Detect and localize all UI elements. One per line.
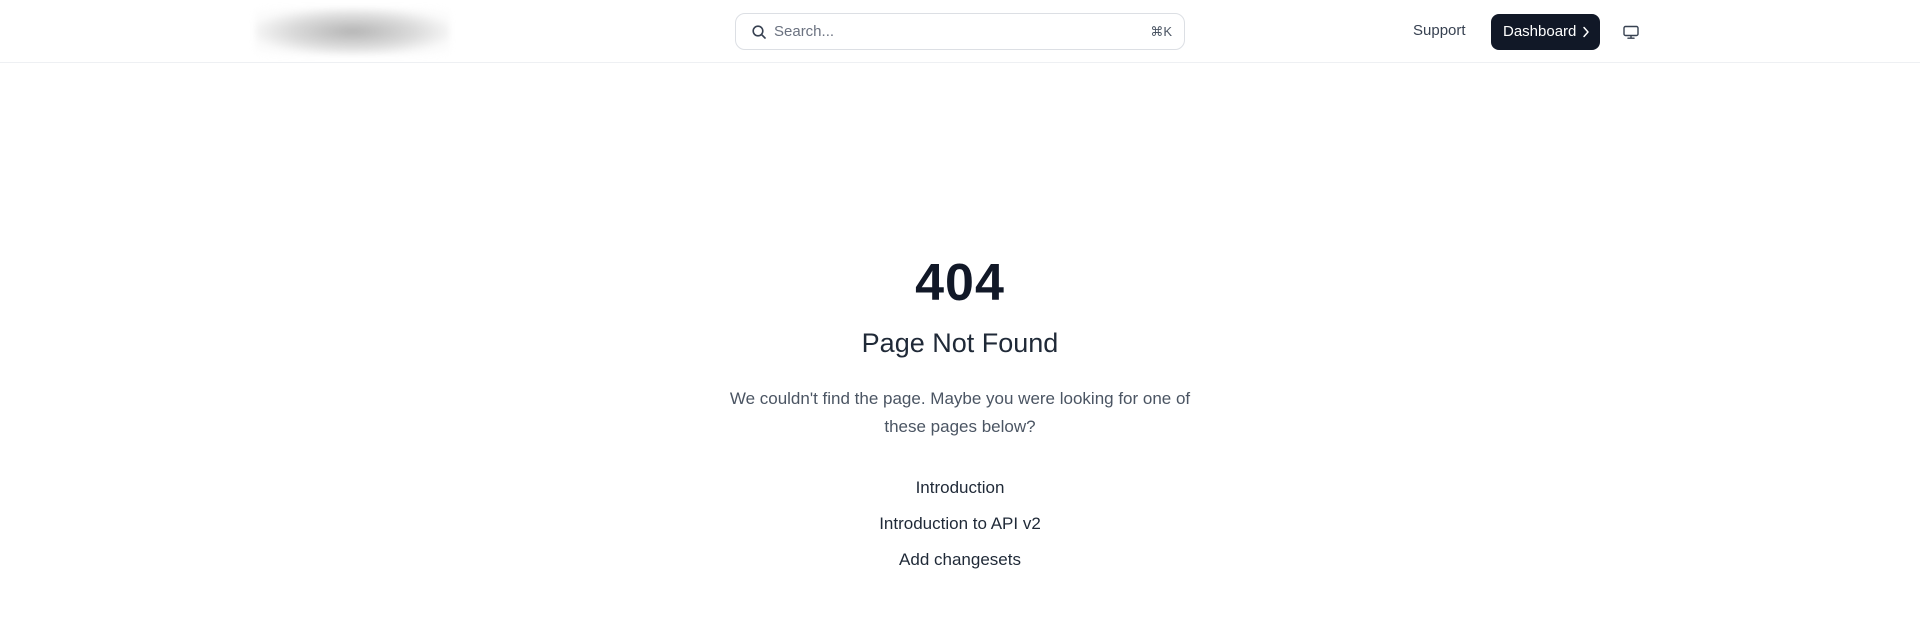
search-icon [752,25,766,39]
search-placeholder: Search... [774,23,835,40]
monitor-icon[interactable] [1622,23,1640,41]
dashboard-button-label: Dashboard [1503,23,1577,40]
support-link[interactable]: Support [1413,22,1466,39]
chevron-right-icon [1583,26,1589,38]
page-title: Page Not Found [861,328,1059,358]
logo[interactable] [255,8,450,55]
search-shortcut: ⌘K [1150,24,1172,39]
suggestion-link[interactable]: Introduction to API v2 [0,506,1920,542]
suggestion-link[interactable]: Introduction [0,470,1920,506]
error-code: 404 [915,254,1005,312]
suggested-pages: Introduction Introduction to API v2 Add … [0,470,1920,578]
search-input[interactable]: Search... ⌘K [735,13,1185,50]
dashboard-button[interactable]: Dashboard [1491,14,1600,50]
error-description: We couldn't find the page. Maybe you wer… [729,389,1191,436]
top-navbar: Search... ⌘K Support Dashboard [0,0,1920,63]
suggestion-link[interactable]: Add changesets [0,542,1920,578]
